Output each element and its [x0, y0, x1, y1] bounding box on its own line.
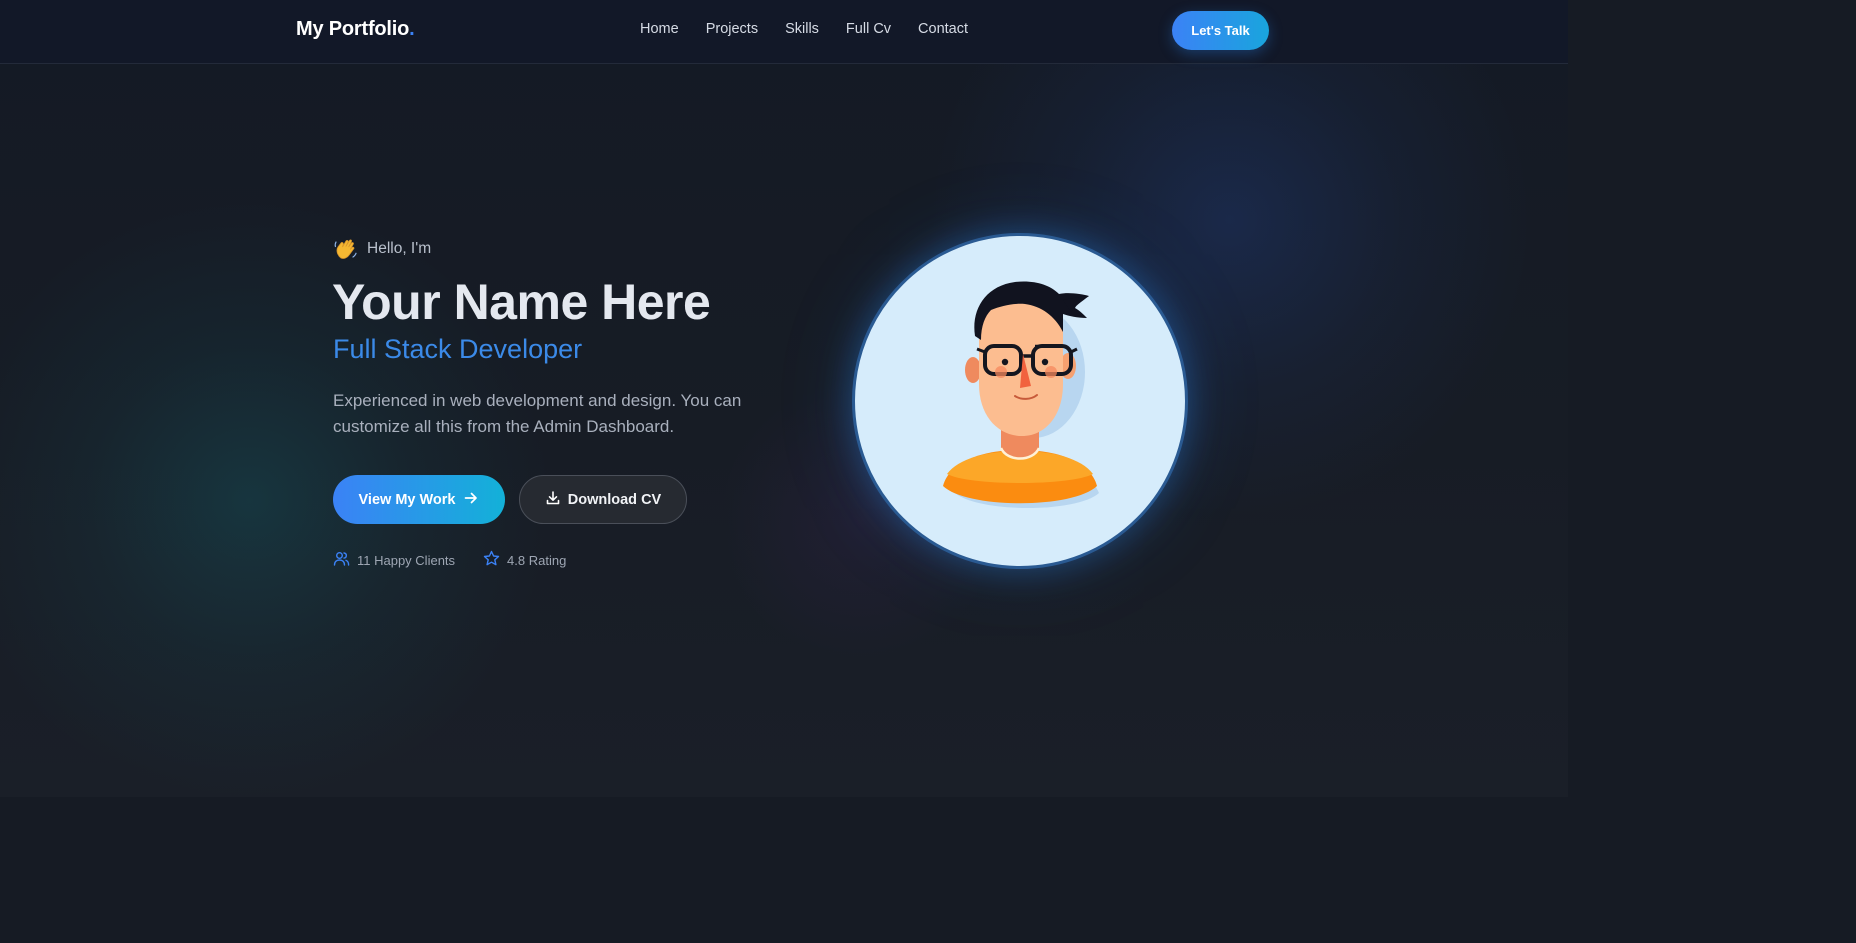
hero-name: Your Name Here — [332, 274, 711, 330]
brand-text: My Portfolio — [296, 18, 410, 40]
brand-logo[interactable]: My Portfolio. — [296, 18, 415, 41]
stat-rating: 4.8 Rating — [483, 550, 566, 570]
avatar — [852, 233, 1188, 569]
nav-link-skills[interactable]: Skills — [785, 21, 819, 37]
star-icon — [483, 550, 500, 570]
nav-link-full-cv[interactable]: Full Cv — [846, 21, 891, 37]
download-cv-button[interactable]: Download CV — [519, 475, 687, 524]
nav-links: Home Projects Skills Full Cv Contact — [640, 21, 968, 37]
view-my-work-button[interactable]: View My Work — [333, 475, 505, 524]
nav-link-projects[interactable]: Projects — [706, 21, 758, 37]
nav-link-contact[interactable]: Contact — [918, 21, 968, 37]
arrow-right-icon — [463, 490, 479, 510]
waving-hand-icon — [333, 236, 359, 262]
avatar-illustration — [943, 281, 1099, 508]
download-icon — [545, 490, 561, 510]
hero-stats: 11 Happy Clients 4.8 Rating — [333, 550, 566, 570]
hero-role: Full Stack Developer — [333, 334, 583, 364]
stat-rating-label: 4.8 Rating — [507, 552, 567, 568]
stat-happy-clients: 11 Happy Clients — [333, 550, 455, 570]
stat-happy-clients-label: 11 Happy Clients — [357, 552, 456, 568]
navbar: My Portfolio. Home Projects Skills Full … — [0, 0, 1568, 64]
hero-description: Experienced in web development and desig… — [333, 391, 742, 436]
view-my-work-label: View My Work — [358, 491, 456, 508]
users-icon — [333, 550, 350, 570]
nav-link-home[interactable]: Home — [640, 21, 679, 37]
greeting: Hello, I'm — [333, 236, 431, 262]
greeting-text: Hello, I'm — [367, 240, 432, 257]
portfolio-page: My Portfolio. Home Projects Skills Full … — [0, 0, 1568, 797]
lets-talk-button[interactable]: Let's Talk — [1172, 11, 1269, 50]
brand-dot: . — [409, 18, 415, 40]
download-cv-label: Download CV — [567, 491, 662, 508]
